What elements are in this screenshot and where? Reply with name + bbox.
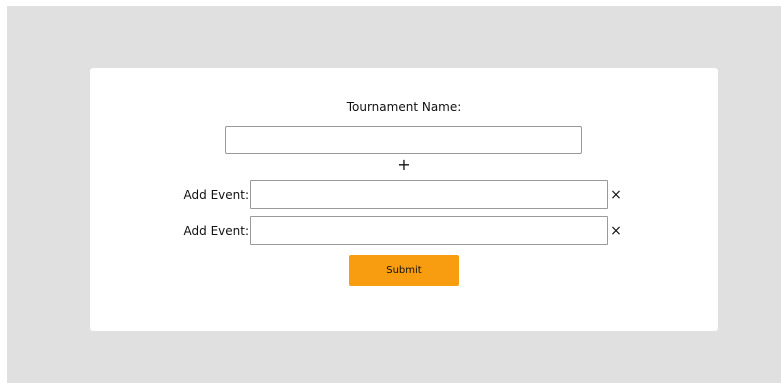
event-input-2[interactable] <box>250 216 608 245</box>
remove-event-button-2[interactable]: × <box>609 222 623 240</box>
event-label-1: Add Event: <box>183 188 249 202</box>
add-event-button[interactable]: + <box>396 155 412 175</box>
remove-event-button-1[interactable]: × <box>609 186 623 204</box>
submit-button[interactable]: Submit <box>349 255 459 286</box>
event-label-2: Add Event: <box>183 224 249 238</box>
event-input-1[interactable] <box>250 180 608 209</box>
tournament-name-input[interactable] <box>225 126 582 154</box>
tournament-name-label: Tournament Name: <box>346 100 462 114</box>
